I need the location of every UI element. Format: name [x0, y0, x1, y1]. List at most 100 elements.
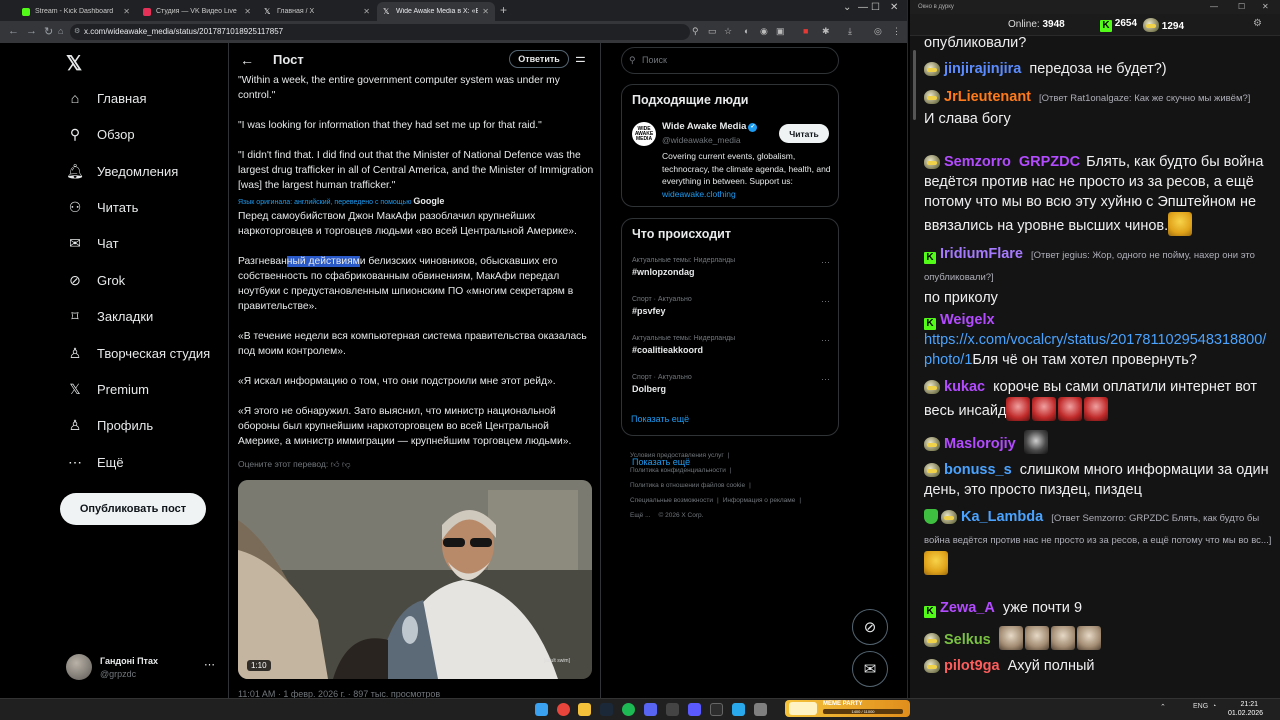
telegram-icon[interactable]: [732, 703, 745, 716]
maximize-icon[interactable]: ☐: [1238, 0, 1245, 14]
trend-more-icon[interactable]: ⋯: [821, 374, 830, 385]
browser-menu-icon[interactable]: ⋮: [892, 26, 901, 37]
trend-more-icon[interactable]: ⋯: [821, 257, 830, 268]
chat-username[interactable]: Zewa_A: [940, 600, 995, 616]
nav-bookmarks[interactable]: ⌑ Закладки: [66, 305, 153, 327]
close-window-icon[interactable]: ✕: [1262, 0, 1269, 14]
footer-link[interactable]: Ещё ...: [630, 512, 651, 519]
nav-home[interactable]: ⌂ Главная: [66, 87, 147, 109]
trend-more-icon[interactable]: ⋯: [821, 335, 830, 346]
chat-username[interactable]: jinjirajinjira: [944, 61, 1021, 77]
steam-icon[interactable]: [600, 703, 613, 716]
trend-item[interactable]: Актуальные темы: Нидерланды #coalitieakk…: [632, 335, 830, 355]
tray-chevron-icon[interactable]: ⌃: [1160, 703, 1166, 711]
chat-username[interactable]: JrLieutenant: [944, 89, 1031, 105]
tab-vk-studio[interactable]: Студия — VK Видео Live ✕: [137, 2, 257, 21]
file-explorer-icon[interactable]: [578, 703, 591, 716]
extension-a-icon[interactable]: ◐: [744, 26, 749, 36]
discord-icon[interactable]: [644, 703, 657, 716]
extension-red-icon[interactable]: ■: [803, 26, 808, 36]
chrome-icon[interactable]: [557, 703, 570, 716]
video-player[interactable]: 1:10 [adult swim]: [238, 480, 592, 679]
extension-b-icon[interactable]: ◉: [760, 26, 768, 37]
tab-search-icon[interactable]: ⌄: [843, 2, 851, 13]
nav-follow[interactable]: ⚇ Читать: [66, 196, 139, 218]
follow-button[interactable]: Читать: [779, 124, 829, 143]
home-browser-icon[interactable]: ⌂: [58, 26, 63, 36]
profile-browser-icon[interactable]: ◎: [874, 26, 882, 37]
back-arrow-icon[interactable]: ←: [240, 52, 254, 68]
footer-link[interactable]: Условия предоставления услуг: [630, 452, 724, 459]
app-icon[interactable]: [754, 703, 767, 716]
mentioned-user[interactable]: GRPZDC: [1019, 154, 1080, 170]
maximize-icon[interactable]: ☐: [871, 2, 880, 13]
obs-icon[interactable]: [666, 703, 679, 716]
tab-wide-awake-post[interactable]: 𝕏 Wide Awake Media в X: «Before ✕: [377, 2, 495, 21]
close-tab-icon[interactable]: ✕: [123, 7, 130, 16]
thumbs-down-icon[interactable]: 👎︎: [342, 459, 351, 469]
x-logo-icon[interactable]: 𝕏: [66, 51, 82, 76]
nav-explore[interactable]: ⚲ Обзор: [66, 123, 135, 145]
nav-notifications[interactable]: 🔔︎ Уведомления: [66, 160, 178, 182]
app-icon[interactable]: [688, 703, 701, 716]
account-more-icon[interactable]: ⋯: [204, 658, 215, 671]
spotify-icon[interactable]: [622, 703, 635, 716]
minimize-icon[interactable]: —: [858, 2, 868, 13]
reload-icon[interactable]: ↻: [44, 25, 53, 38]
chat-username[interactable]: pilot9ga: [944, 658, 1000, 674]
show-more-link[interactable]: Показать ещё: [631, 414, 689, 424]
network-icon[interactable]: ◔: [1212, 703, 1216, 710]
tab-kick-dashboard[interactable]: Stream - Kick Dashboard ✕: [16, 2, 136, 21]
reply-settings-icon[interactable]: ⚌: [575, 51, 586, 65]
wide-awake-avatar[interactable]: WIDE AWAKE MEDIA: [632, 122, 656, 146]
reply-button[interactable]: Ответить: [509, 50, 569, 68]
footer-link[interactable]: Политика в отношении файлов cookie: [630, 482, 745, 489]
bio-link[interactable]: wideawake.clothing: [662, 189, 736, 199]
chat-username[interactable]: kukac: [944, 379, 985, 395]
windows-start-icon[interactable]: [535, 703, 548, 716]
chat-settings-icon[interactable]: ⚙: [1253, 18, 1262, 29]
chat-username[interactable]: Weigelx: [940, 312, 995, 328]
nav-premium[interactable]: 𝕏 Premium: [66, 378, 149, 400]
trend-more-icon[interactable]: ⋯: [821, 296, 830, 307]
nav-creator-studio[interactable]: ♙ Творческая студия: [66, 342, 211, 364]
chat-username[interactable]: Selkus: [944, 632, 991, 648]
back-icon[interactable]: ←: [8, 25, 19, 37]
forward-icon[interactable]: →: [26, 25, 37, 37]
cast-icon[interactable]: ▭: [708, 26, 717, 37]
chat-username[interactable]: bonuss_s: [944, 462, 1012, 478]
chat-username[interactable]: Maslorojiy: [944, 436, 1016, 452]
translation-note[interactable]: Язык оригинала: английский, переведено с…: [238, 196, 444, 206]
account-switcher[interactable]: Гандоні Птах @grpzdc ⋯: [66, 652, 216, 682]
messages-fab-icon[interactable]: ✉: [852, 651, 888, 687]
nav-profile[interactable]: ♙ Профиль: [66, 414, 153, 436]
close-tab-icon[interactable]: ✕: [482, 7, 489, 16]
trend-item[interactable]: Спорт · Актуально #psvfey ⋯: [632, 296, 830, 316]
footer-link[interactable]: Информация о рекламе: [723, 497, 796, 504]
extension-c-icon[interactable]: ▣: [776, 26, 785, 37]
close-tab-icon[interactable]: ✕: [244, 7, 251, 16]
chat-username[interactable]: Ka_Lambda: [961, 509, 1043, 525]
trend-item[interactable]: Актуальные темы: Нидерланды #wnlopzondag…: [632, 257, 830, 277]
chat-username[interactable]: Semzorro: [944, 154, 1011, 170]
download-icon[interactable]: ⤓: [848, 26, 852, 37]
close-window-icon[interactable]: ✕: [890, 2, 898, 13]
language-indicator[interactable]: ENG: [1193, 703, 1208, 710]
suggested-user-name[interactable]: Wide Awake Media ✓: [662, 121, 758, 132]
extensions-icon[interactable]: ✱: [822, 26, 830, 37]
close-tab-icon[interactable]: ✕: [363, 7, 370, 16]
chat-username[interactable]: IridiumFlare: [940, 246, 1023, 262]
new-tab-icon[interactable]: +: [500, 3, 507, 17]
url-field[interactable]: ⚙ x.com/wideawake_media/status/201787101…: [70, 24, 690, 40]
tab-x-home[interactable]: 𝕏 Главная / X ✕: [258, 2, 376, 21]
chat-scrollbar[interactable]: [913, 50, 916, 120]
publish-post-button[interactable]: Опубликовать пост: [60, 493, 206, 525]
site-info-icon[interactable]: ⚙: [74, 24, 80, 40]
minimize-icon[interactable]: —: [1210, 0, 1218, 14]
grok-fab-icon[interactable]: ⊘: [852, 609, 888, 645]
footer-link[interactable]: Специальные возможности: [630, 497, 713, 504]
star-icon[interactable]: ☆: [724, 26, 732, 37]
search-input[interactable]: ⚲ Поиск: [621, 47, 839, 74]
meme-party-widget[interactable]: MEME PARTY 1400 / 11000: [785, 700, 910, 717]
zoom-icon[interactable]: ⚲: [692, 26, 699, 37]
